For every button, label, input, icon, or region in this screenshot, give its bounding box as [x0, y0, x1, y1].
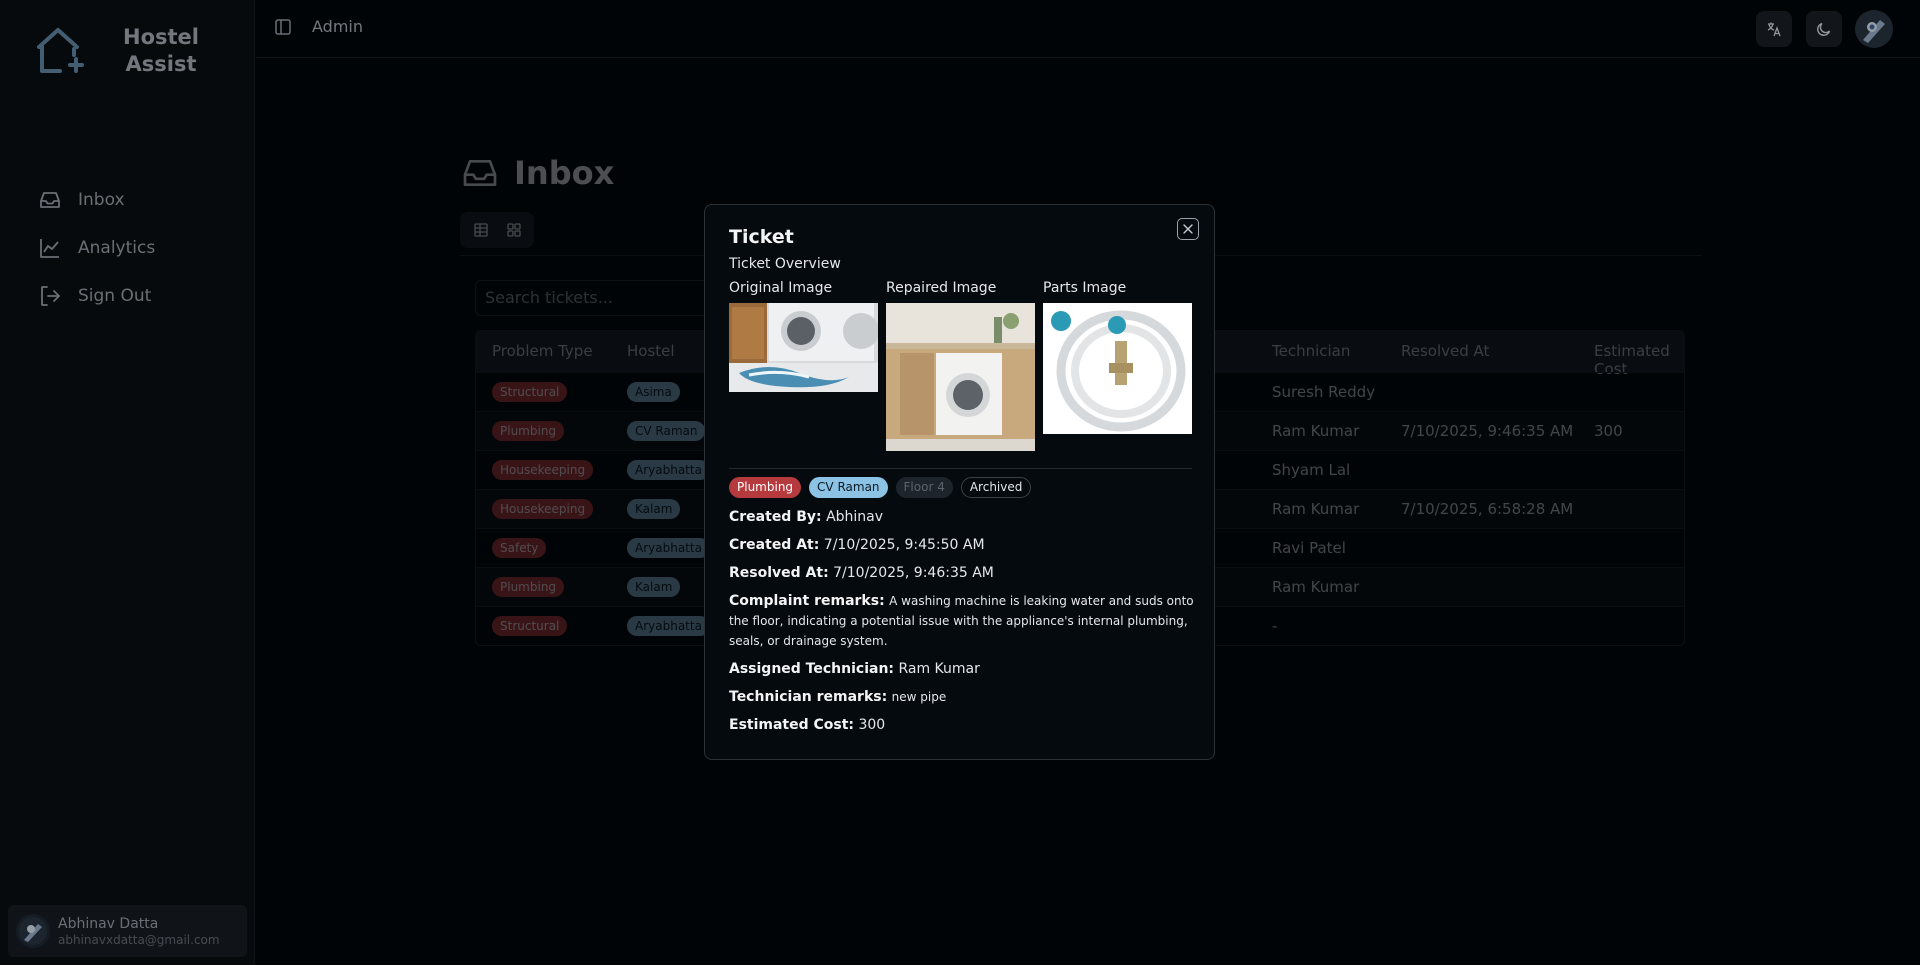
washing-machine-leak-photo [729, 303, 878, 392]
modal-divider [729, 468, 1192, 469]
problem-type-badge: Plumbing [729, 477, 802, 498]
field-value: Ram Kumar [898, 661, 980, 677]
parts-image-section: Parts Image [1043, 280, 1192, 438]
washing-machine-repaired-photo [886, 303, 1035, 451]
close-icon [1183, 224, 1193, 234]
close-button[interactable] [1177, 218, 1199, 240]
resolved-at-field: Resolved At: 7/10/2025, 9:46:35 AM [729, 563, 1199, 583]
modal-subtitle: Ticket Overview [729, 256, 841, 272]
field-label: Resolved At: [729, 565, 829, 581]
original-image[interactable] [729, 303, 878, 396]
parts-image-label: Parts Image [1043, 280, 1127, 296]
status-badge: Archived [960, 477, 1032, 498]
parts-image[interactable] [1043, 303, 1192, 438]
original-image-section: Original Image [729, 280, 878, 396]
ticket-tags: Plumbing CV Raman Floor 4 Archived [729, 477, 1032, 498]
field-value: Abhinav [826, 509, 884, 525]
field-label: Complaint remarks: [729, 593, 885, 609]
repaired-image[interactable] [886, 303, 1035, 455]
ticket-modal: Ticket Ticket Overview Original Image Re… [704, 204, 1215, 760]
modal-title: Ticket [729, 226, 794, 248]
assigned-technician-field: Assigned Technician: Ram Kumar [729, 659, 1199, 679]
field-label: Technician remarks: [729, 689, 888, 705]
field-label: Created At: [729, 537, 820, 553]
field-value: new pipe [891, 690, 947, 704]
field-label: Created By: [729, 509, 822, 525]
field-value: 7/10/2025, 9:46:35 AM [833, 565, 994, 581]
hostel-badge: CV Raman [809, 477, 888, 498]
complaint-remarks-field: Complaint remarks: A washing machine is … [729, 591, 1199, 651]
hose-pipe-photo [1043, 303, 1192, 434]
estimated-cost-field: Estimated Cost: 300 [729, 715, 1199, 735]
floor-badge: Floor 4 [895, 477, 953, 498]
field-value: 300 [858, 717, 886, 733]
field-label: Assigned Technician: [729, 661, 895, 677]
repaired-image-section: Repaired Image [886, 280, 1035, 455]
field-label: Estimated Cost: [729, 717, 855, 733]
repaired-image-label: Repaired Image [886, 280, 997, 296]
original-image-label: Original Image [729, 280, 833, 296]
created-at-field: Created At: 7/10/2025, 9:45:50 AM [729, 535, 1199, 555]
technician-remarks-field: Technician remarks: new pipe [729, 687, 1199, 707]
field-value: 7/10/2025, 9:45:50 AM [823, 537, 985, 553]
created-by-field: Created By: Abhinav [729, 507, 1199, 527]
